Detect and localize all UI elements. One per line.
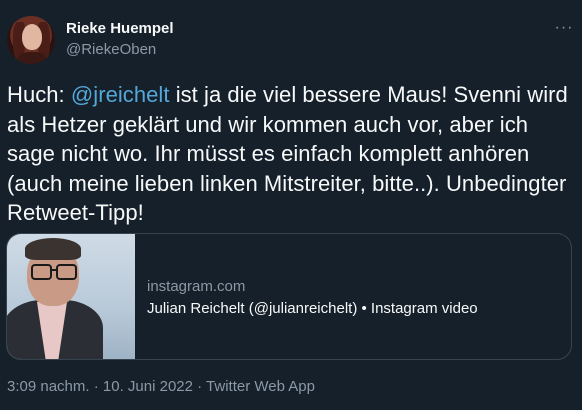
meta-separator-1: · bbox=[89, 378, 103, 395]
tweet: Rieke Huempel @RiekeOben ··· Huch: @jrei… bbox=[0, 0, 582, 410]
card-domain: instagram.com bbox=[147, 278, 246, 295]
author-handle[interactable]: @RiekeOben bbox=[66, 41, 156, 58]
mention-link[interactable]: @jreichelt bbox=[71, 82, 170, 107]
tweet-text: Huch: @jreichelt ist ja die viel bessere… bbox=[7, 80, 577, 228]
more-options-icon[interactable]: ··· bbox=[552, 16, 576, 40]
thumbnail-glasses-left bbox=[31, 264, 52, 280]
card-info: instagram.com Julian Reichelt (@julianre… bbox=[147, 278, 478, 317]
tweet-metadata: 3:09 nachm. · 10. Juni 2022 · Twitter We… bbox=[7, 378, 315, 395]
tweet-text-prefix: Huch: bbox=[7, 82, 71, 107]
meta-separator-2: · bbox=[192, 378, 207, 395]
avatar-body bbox=[17, 52, 47, 64]
tweet-date[interactable]: 10. Juni 2022 bbox=[103, 378, 193, 395]
tweet-source[interactable]: Twitter Web App bbox=[206, 378, 315, 395]
avatar-face bbox=[22, 24, 42, 50]
tweet-time[interactable]: 3:09 nachm. bbox=[7, 378, 90, 395]
card-thumbnail bbox=[7, 234, 135, 359]
author-name[interactable]: Rieke Huempel bbox=[66, 20, 174, 37]
avatar[interactable] bbox=[7, 16, 55, 64]
card-title: Julian Reichelt (@julianreichelt) • Inst… bbox=[147, 300, 478, 317]
thumbnail-hair bbox=[25, 238, 81, 260]
thumbnail-glasses-right bbox=[56, 264, 77, 280]
link-preview-card[interactable]: instagram.com Julian Reichelt (@julianre… bbox=[6, 233, 572, 360]
